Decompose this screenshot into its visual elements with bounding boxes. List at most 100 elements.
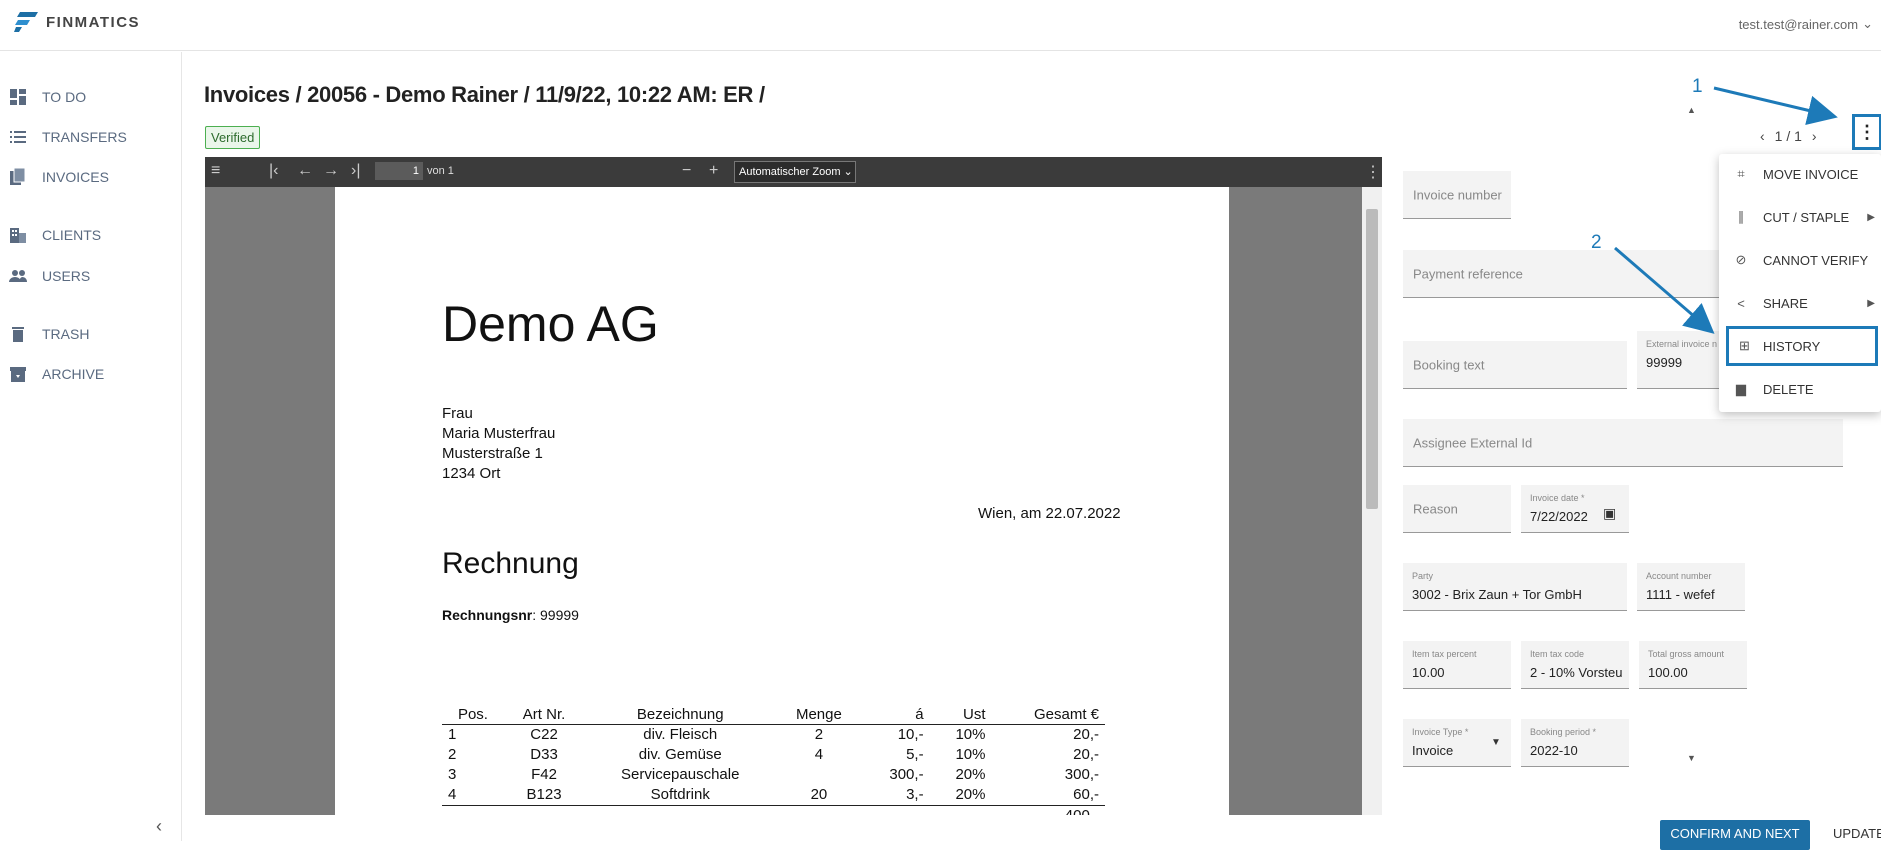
- page-count: von 1: [427, 165, 454, 177]
- booking-text-field[interactable]: Booking text: [1403, 341, 1627, 389]
- prev-page-icon[interactable]: ‹: [1760, 128, 1765, 144]
- table-header: Gesamt €: [991, 705, 1105, 725]
- menu-item-label: CUT / STAPLE: [1763, 210, 1849, 225]
- zoom-in-icon[interactable]: +: [709, 162, 718, 180]
- table-header: Pos.: [442, 705, 504, 725]
- sidebar-item-archive[interactable]: ARCHIVE: [8, 364, 104, 384]
- table-cell: 5,-: [862, 745, 930, 765]
- next-page-arrow-icon[interactable]: →: [323, 162, 339, 180]
- collapse-sidebar-icon[interactable]: ‹: [156, 816, 162, 837]
- top-bar: FINMATICS test.test@rainer.com ⌄: [0, 0, 1881, 51]
- dropdown-arrow-icon: ▼: [1491, 737, 1501, 748]
- menu-item-move-invoice[interactable]: ⌗MOVE INVOICE: [1719, 154, 1881, 194]
- field-label: Invoice Type *: [1412, 727, 1468, 737]
- doc-invoice-number-value: : 99999: [532, 607, 579, 623]
- sidebar-toggle-icon[interactable]: ≡: [211, 162, 220, 180]
- invoice-form: Invoice number Payment reference Booking…: [1220, 105, 1682, 763]
- table-cell: D33: [504, 745, 584, 765]
- doc-address-line: Musterstraße 1: [442, 444, 555, 464]
- zoom-value: Automatischer Zoom: [739, 166, 840, 178]
- doc-invoice-number: Rechnungsnr: 99999: [442, 607, 579, 623]
- invoice-type-select[interactable]: Invoice Type *Invoice▼: [1403, 719, 1511, 767]
- last-page-icon[interactable]: ›|: [351, 162, 360, 180]
- field-placeholder: Payment reference: [1413, 266, 1523, 281]
- form-scrollbar[interactable]: ▲ ▼: [1686, 105, 1698, 763]
- finmatics-logo[interactable]: FINMATICS: [14, 12, 140, 32]
- table-cell: 4: [776, 745, 861, 765]
- next-page-icon[interactable]: ›: [1812, 128, 1817, 144]
- users-icon: [8, 266, 28, 286]
- pager-text: 1 / 1: [1775, 128, 1802, 144]
- sidebar-item-todo[interactable]: TO DO: [8, 87, 86, 107]
- scroll-down-icon[interactable]: ▼: [1687, 753, 1696, 763]
- archive-icon: [8, 364, 28, 384]
- field-label: Booking period *: [1530, 727, 1596, 737]
- table-header: Ust: [930, 705, 992, 725]
- external-invoice-field[interactable]: External invoice n99999: [1637, 331, 1727, 389]
- sidebar-item-clients[interactable]: CLIENTS: [8, 225, 101, 245]
- building-icon: [8, 225, 28, 245]
- chevron-down-icon: ⌄: [1862, 16, 1873, 32]
- user-menu[interactable]: test.test@rainer.com ⌄: [1739, 16, 1873, 32]
- table-row: 1C22div. Fleisch210,-10%20,-: [442, 725, 1105, 746]
- first-page-icon[interactable]: |‹: [269, 162, 278, 180]
- prev-page-arrow-icon[interactable]: ←: [297, 162, 313, 180]
- table-cell: 300,-: [862, 765, 930, 785]
- table-cell: Servicepauschale: [584, 765, 776, 785]
- field-label: Invoice date *: [1530, 493, 1585, 503]
- party-field[interactable]: Party3002 - Brix Zaun + Tor GmbH: [1403, 563, 1627, 611]
- table-cell: [776, 765, 861, 785]
- zoom-out-icon[interactable]: −: [682, 162, 691, 180]
- doc-heading: Rechnung: [442, 547, 579, 581]
- booking-period-field[interactable]: Booking period *2022-10: [1521, 719, 1629, 767]
- doc-company: Demo AG: [442, 295, 659, 353]
- more-vert-icon: ⋮: [1858, 122, 1876, 143]
- item-tax-percent-field[interactable]: Item tax percent10.00: [1403, 641, 1511, 689]
- menu-item-share[interactable]: <SHARE▶: [1719, 283, 1881, 323]
- update-button[interactable]: UPDATE: [1833, 826, 1881, 841]
- invoice-number-field[interactable]: Invoice number: [1403, 171, 1511, 219]
- reason-field[interactable]: Reason: [1403, 485, 1511, 533]
- delete-icon: ▆: [1719, 381, 1763, 397]
- sidebar-item-transfers[interactable]: TRANSFERS: [8, 127, 127, 147]
- field-value: 2 - 10% Vorsteu: [1530, 665, 1622, 680]
- confirm-and-next-button[interactable]: CONFIRM AND NEXT: [1660, 820, 1810, 850]
- menu-item-label: DELETE: [1763, 382, 1814, 397]
- item-tax-code-field[interactable]: Item tax code2 - 10% Vorsteu: [1521, 641, 1629, 689]
- more-options-button[interactable]: ⋮: [1852, 114, 1881, 150]
- table-total: 400,-: [991, 806, 1105, 816]
- doc-date: Wien, am 22.07.2022: [978, 505, 1121, 522]
- sidebar-item-invoices[interactable]: INVOICES: [8, 167, 109, 187]
- table-cell: 20,-: [991, 745, 1105, 765]
- table-cell: 2: [776, 725, 861, 746]
- block-icon: ⊘: [1719, 252, 1763, 268]
- scroll-up-icon[interactable]: ▲: [1687, 105, 1696, 115]
- field-value: 1111 - wefef: [1646, 587, 1715, 602]
- table-cell: div. Fleisch: [584, 725, 776, 746]
- menu-item-delete[interactable]: ▆DELETE: [1719, 369, 1881, 409]
- menu-item-cut-staple[interactable]: ∥CUT / STAPLE▶: [1719, 197, 1881, 237]
- breadcrumb: Invoices / 20056 - Demo Rainer / 11/9/22…: [204, 82, 765, 108]
- field-placeholder: Booking text: [1413, 357, 1485, 372]
- page-number-input[interactable]: 1: [375, 162, 423, 180]
- doc-address: Frau Maria Musterfrau Musterstraße 1 123…: [442, 404, 555, 484]
- table-header: á: [862, 705, 930, 725]
- field-placeholder: Assignee External Id: [1413, 435, 1532, 450]
- field-value: 3002 - Brix Zaun + Tor GmbH: [1412, 587, 1582, 602]
- invoice-date-field[interactable]: Invoice date * 7/22/2022 ▣: [1521, 485, 1629, 533]
- sidebar-item-users[interactable]: USERS: [8, 266, 90, 286]
- field-value: 7/22/2022: [1530, 509, 1588, 524]
- crop-icon: ⌗: [1719, 166, 1763, 182]
- pdf-viewer: ≡ |‹ ← → ›| 1 von 1 − + Automatischer Zo…: [205, 157, 1382, 815]
- table-header-row: Pos. Art Nr. Bezeichnung Menge á Ust Ges…: [442, 705, 1105, 725]
- calendar-icon[interactable]: ▣: [1603, 505, 1616, 522]
- table-cell: 20%: [930, 785, 992, 806]
- zoom-select[interactable]: Automatischer Zoom ⌄: [734, 161, 856, 183]
- table-cell: 20%: [930, 765, 992, 785]
- table-cell: B123: [504, 785, 584, 806]
- field-label: External invoice n: [1646, 339, 1717, 349]
- menu-item-cannot-verify[interactable]: ⊘CANNOT VERIFY: [1719, 240, 1881, 280]
- assignee-external-id-field[interactable]: Assignee External Id: [1403, 419, 1843, 467]
- sidebar-item-trash[interactable]: TRASH: [8, 324, 89, 344]
- menu-item-history[interactable]: ⊞HISTORY: [1726, 326, 1878, 366]
